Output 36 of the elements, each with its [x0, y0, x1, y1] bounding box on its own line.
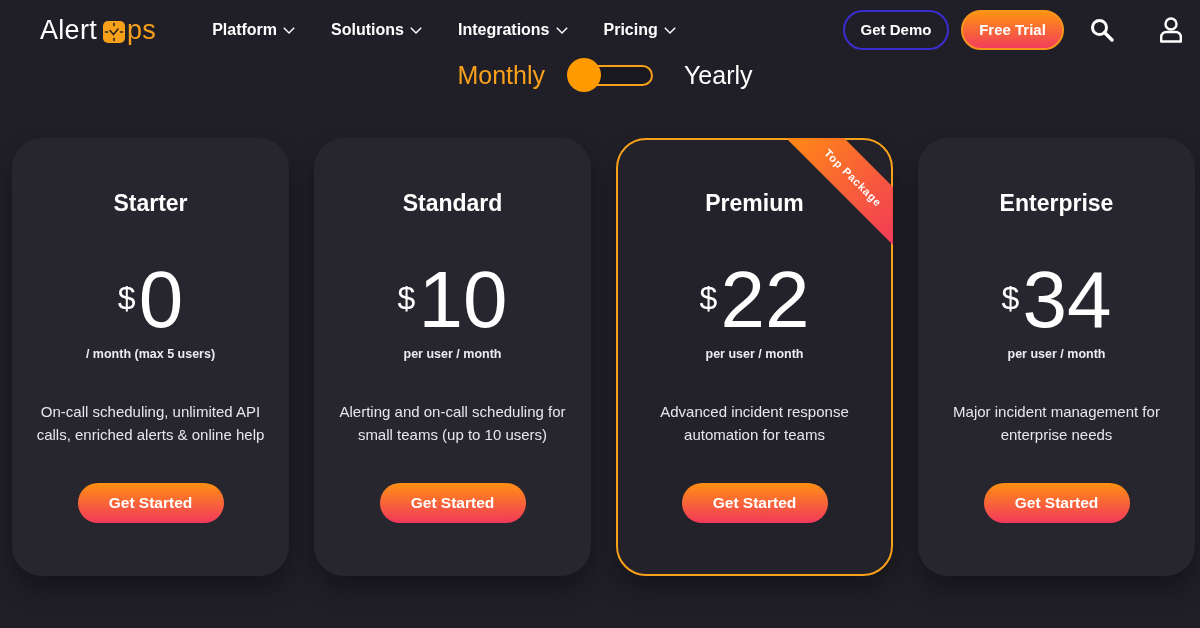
price-amount: 0	[138, 260, 184, 340]
price-period: per user / month	[705, 346, 804, 362]
price-period: per user / month	[1007, 346, 1106, 362]
price-amount: 34	[1022, 260, 1112, 340]
logo-text[interactable]: ps	[127, 15, 157, 45]
chevron-down-icon	[283, 26, 296, 34]
price-period: / month (max 5 users)	[85, 346, 216, 362]
currency-symbol: $	[117, 282, 136, 314]
price-period: per user / month	[403, 346, 502, 362]
currency-symbol: $	[1001, 282, 1020, 314]
billing-toggle-switch[interactable]	[567, 58, 653, 92]
plan-description: Alerting and on-call scheduling for small teams (up to 10 users)	[338, 402, 567, 445]
clock-icon[interactable]	[103, 20, 126, 43]
nav-menu-item[interactable]: Integrations	[457, 19, 568, 41]
price-amount: 10	[418, 260, 508, 340]
chevron-down-icon	[409, 26, 422, 34]
billing-option[interactable]: Monthly	[457, 60, 545, 90]
plan-name: Enterprise	[999, 189, 1114, 218]
nav-menu-item[interactable]: Platform	[212, 19, 296, 41]
user-icon[interactable]	[1159, 17, 1183, 43]
plan-description: On-call scheduling, unlimited API calls, enriched alerts & online help	[35, 402, 266, 445]
plan-description: Major incident management for enterprise needs	[952, 402, 1161, 445]
price-amount: 22	[720, 260, 810, 340]
plan-name: Starter	[113, 189, 188, 218]
currency-symbol: $	[699, 282, 718, 314]
plan-name: Standard	[402, 189, 503, 218]
nav-menu-item[interactable]: Solutions	[331, 19, 422, 41]
currency-symbol: $	[397, 282, 416, 314]
billing-option[interactable]: Yearly	[684, 60, 753, 90]
get-demo-button[interactable]: Get Demo	[843, 10, 949, 50]
logo-text[interactable]: Alert	[40, 15, 98, 45]
plan-description: Advanced incident response automation for teams	[659, 402, 850, 445]
chevron-down-icon	[663, 26, 676, 34]
search-icon[interactable]	[1090, 18, 1114, 42]
chevron-down-icon	[555, 26, 568, 34]
nav-menu-item[interactable]: Pricing	[603, 19, 676, 41]
